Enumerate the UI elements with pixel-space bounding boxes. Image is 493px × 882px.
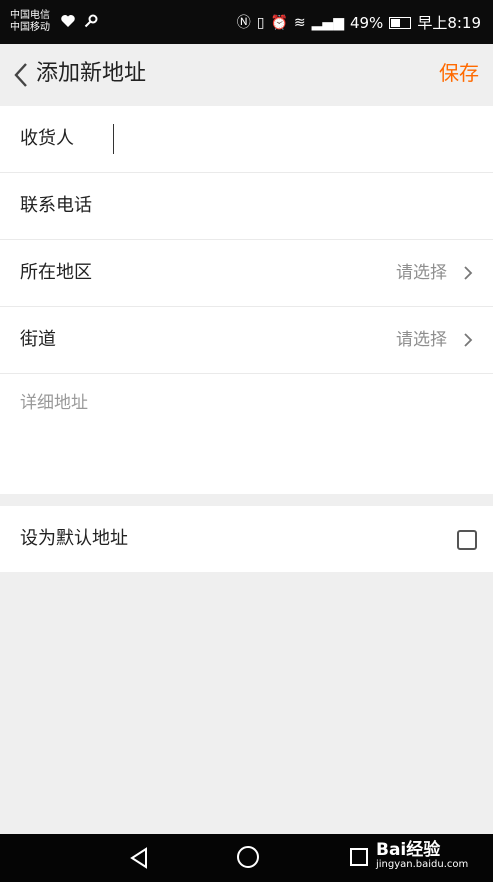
- watermark-url: jingyan.baidu.com: [376, 859, 469, 870]
- name-row[interactable]: 收货人: [0, 106, 493, 173]
- signal-icon: ▂▄▆: [311, 14, 344, 31]
- phone-label: 联系电话: [20, 195, 92, 216]
- default-address-row[interactable]: 设为默认地址: [0, 506, 493, 572]
- name-label: 收货人: [20, 128, 74, 149]
- save-button[interactable]: 保存: [439, 60, 479, 88]
- heart-icon: [61, 15, 75, 27]
- carrier-2: 中国移动: [10, 22, 50, 33]
- watermark-logo: Bai经验: [376, 840, 441, 860]
- battery-icon: [389, 16, 412, 29]
- address-form: 收货人 联系电话 所在地区 请选择 街道 请选择 详细地址 设为默认地址: [0, 106, 493, 572]
- back-icon[interactable]: [8, 58, 34, 92]
- system-nav-bar: Bai经验 jingyan.baidu.com: [0, 834, 493, 882]
- nfc-icon: Ⓝ: [236, 14, 251, 31]
- battery-percent: 49%: [349, 13, 384, 32]
- app-header: 添加新地址 保存: [0, 44, 493, 107]
- chevron-right-icon: [464, 266, 473, 280]
- street-row[interactable]: 街道 请选择: [0, 307, 493, 374]
- chevron-right-icon: [464, 333, 473, 347]
- nav-recent-icon[interactable]: [350, 848, 368, 866]
- street-label: 街道: [20, 329, 56, 350]
- key-icon: [84, 14, 98, 28]
- page-title: 添加新地址: [36, 61, 147, 86]
- carrier-1: 中国电信: [10, 10, 50, 21]
- phone-row[interactable]: 联系电话: [0, 173, 493, 240]
- status-icons-left: [60, 14, 98, 28]
- nav-back-icon[interactable]: [128, 846, 150, 870]
- carrier-info: 中国电信 中国移动: [10, 10, 50, 34]
- detail-address-placeholder: 详细地址: [20, 393, 88, 413]
- vibrate-icon: ▯: [256, 14, 265, 31]
- default-address-label: 设为默认地址: [20, 528, 128, 549]
- region-row[interactable]: 所在地区 请选择: [0, 240, 493, 307]
- section-divider: [0, 494, 493, 506]
- region-label: 所在地区: [20, 262, 92, 283]
- status-bar: 中国电信 中国移动 Ⓝ ▯ ⏰ ≋ ▂▄▆ 49% 早上8:19: [0, 0, 493, 44]
- default-address-checkbox[interactable]: [457, 530, 477, 550]
- status-icons-right: Ⓝ ▯ ⏰ ≋ ▂▄▆ 49% 早上8:19: [237, 12, 481, 33]
- region-value: 请选择: [396, 263, 447, 283]
- detail-address-field[interactable]: 详细地址: [0, 374, 493, 494]
- wifi-icon: ≋: [293, 14, 306, 31]
- watermark: Bai经验 jingyan.baidu.com: [376, 841, 468, 871]
- street-value: 请选择: [396, 330, 447, 350]
- alarm-icon: ⏰: [270, 14, 288, 31]
- text-cursor: [113, 124, 114, 154]
- nav-home-icon[interactable]: [237, 846, 259, 868]
- clock: 早上8:19: [417, 14, 481, 32]
